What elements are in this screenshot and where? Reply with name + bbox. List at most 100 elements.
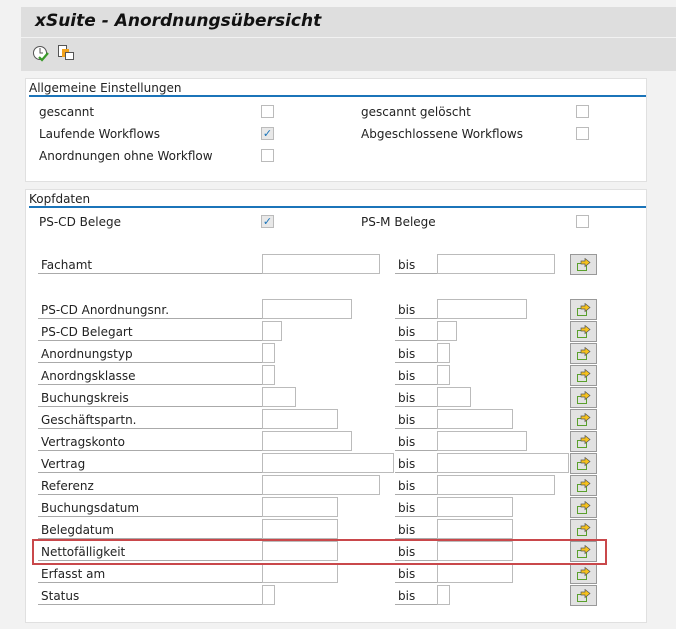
bis-label: bis — [395, 321, 437, 341]
pscd-belege-label: PS-CD Belege — [39, 215, 121, 229]
field-label: Belegdatum — [38, 519, 262, 539]
from-input[interactable] — [262, 475, 380, 495]
field-label: Geschäftspartn. — [38, 409, 262, 429]
multiple-selection-button[interactable] — [570, 254, 597, 275]
section-header: Allgemeine Einstellungen — [29, 81, 646, 97]
field-label: PS-CD Anordnungsnr. — [38, 299, 262, 319]
from-input[interactable] — [262, 365, 275, 385]
multiple-selection-button[interactable] — [570, 519, 597, 540]
to-input[interactable] — [437, 431, 527, 451]
multiple-selection-icon — [577, 501, 591, 514]
multiple-selection-icon — [577, 479, 591, 492]
to-input[interactable] — [437, 321, 457, 341]
multiple-selection-button[interactable] — [570, 585, 597, 606]
to-input[interactable] — [437, 387, 471, 407]
gescannt-checkbox[interactable] — [261, 105, 274, 118]
multiple-selection-button[interactable] — [570, 431, 597, 452]
to-input[interactable] — [437, 299, 527, 319]
field-label: PS-CD Belegart — [38, 321, 262, 341]
multiple-selection-icon — [577, 303, 591, 316]
field-label: Fachamt — [38, 254, 262, 274]
gescannt-geloescht-checkbox[interactable] — [576, 105, 589, 118]
multiple-selection-icon — [577, 347, 591, 360]
to-input[interactable] — [437, 254, 555, 274]
psm-belege-checkbox[interactable] — [576, 215, 589, 228]
multiple-selection-icon — [577, 567, 591, 580]
multiple-selection-icon — [577, 325, 591, 338]
multiple-selection-icon — [577, 258, 591, 271]
title-bar: xSuite - Anordnungsübersicht — [21, 7, 676, 37]
highlight-box — [32, 539, 607, 565]
multiple-selection-button[interactable] — [570, 563, 597, 584]
multiple-selection-icon — [577, 589, 591, 602]
multiple-selection-button[interactable] — [570, 475, 597, 496]
laufende-workflows-checkbox[interactable]: ✓ — [261, 127, 274, 140]
to-input[interactable] — [437, 497, 513, 517]
multiple-selection-button[interactable] — [570, 453, 597, 474]
multiple-selection-button[interactable] — [570, 365, 597, 386]
psm-belege-label: PS-M Belege — [361, 215, 436, 229]
to-input[interactable] — [437, 475, 555, 495]
multiple-selection-icon — [577, 391, 591, 404]
bis-label: bis — [395, 563, 437, 583]
multiple-selection-button[interactable] — [570, 321, 597, 342]
from-input[interactable] — [262, 431, 352, 451]
bis-label: bis — [395, 343, 437, 363]
ohne-workflow-label: Anordnungen ohne Workflow — [39, 149, 213, 163]
field-label: Referenz — [38, 475, 262, 495]
from-input[interactable] — [262, 585, 275, 605]
abgeschlossene-workflows-checkbox[interactable] — [576, 127, 589, 140]
to-input[interactable] — [437, 343, 450, 363]
bis-label: bis — [395, 497, 437, 517]
multiple-selection-button[interactable] — [570, 299, 597, 320]
multiple-selection-icon — [577, 523, 591, 536]
to-input[interactable] — [437, 563, 513, 583]
page-title: xSuite - Anordnungsübersicht — [35, 11, 322, 31]
from-input[interactable] — [262, 254, 380, 274]
multiple-selection-icon — [577, 435, 591, 448]
section-header: Kopfdaten — [29, 192, 646, 208]
field-label: Anordnungstyp — [38, 343, 262, 363]
to-input[interactable] — [437, 365, 450, 385]
field-label: Buchungskreis — [38, 387, 262, 407]
to-input[interactable] — [437, 453, 569, 473]
bis-label: bis — [395, 431, 437, 451]
to-input[interactable] — [437, 409, 513, 429]
toolbar — [21, 38, 676, 71]
bis-label: bis — [395, 475, 437, 495]
field-label: Buchungsdatum — [38, 497, 262, 517]
bis-label: bis — [395, 299, 437, 319]
from-input[interactable] — [262, 497, 338, 517]
bis-label: bis — [395, 453, 437, 473]
pscd-belege-checkbox[interactable]: ✓ — [261, 215, 274, 228]
copy-variant-icon[interactable] — [57, 44, 75, 65]
from-input[interactable] — [262, 299, 352, 319]
bis-label: bis — [395, 519, 437, 539]
bis-label: bis — [395, 365, 437, 385]
multiple-selection-button[interactable] — [570, 497, 597, 518]
multiple-selection-button[interactable] — [570, 343, 597, 364]
from-input[interactable] — [262, 519, 338, 539]
from-input[interactable] — [262, 321, 282, 341]
from-input[interactable] — [262, 387, 296, 407]
to-input[interactable] — [437, 585, 450, 605]
field-label: Status — [38, 585, 262, 605]
multiple-selection-icon — [577, 413, 591, 426]
from-input[interactable] — [262, 563, 338, 583]
field-label: Vertragskonto — [38, 431, 262, 451]
multiple-selection-button[interactable] — [570, 387, 597, 408]
bis-label: bis — [395, 585, 437, 605]
ohne-workflow-checkbox[interactable] — [261, 149, 274, 162]
from-input[interactable] — [262, 453, 394, 473]
execute-clock-icon[interactable] — [32, 45, 50, 66]
from-input[interactable] — [262, 409, 338, 429]
from-input[interactable] — [262, 343, 275, 363]
multiple-selection-icon — [577, 369, 591, 382]
to-input[interactable] — [437, 519, 513, 539]
gescannt-geloescht-label: gescannt gelöscht — [361, 105, 471, 119]
field-label: Erfasst am — [38, 563, 262, 583]
bis-label: bis — [395, 387, 437, 407]
bis-label: bis — [395, 254, 437, 274]
abgeschlossene-workflows-label: Abgeschlossene Workflows — [361, 127, 523, 141]
multiple-selection-button[interactable] — [570, 409, 597, 430]
